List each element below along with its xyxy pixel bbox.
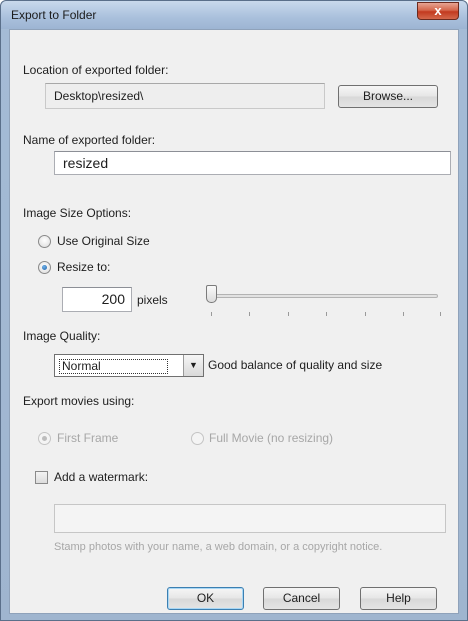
pixels-unit-label: pixels xyxy=(137,293,168,307)
ok-button[interactable]: OK xyxy=(167,587,244,610)
full-movie-label[interactable]: Full Movie (no resizing) xyxy=(209,431,333,445)
use-original-size-label[interactable]: Use Original Size xyxy=(57,234,150,248)
first-frame-label[interactable]: First Frame xyxy=(57,431,118,445)
resize-to-label[interactable]: Resize to: xyxy=(57,260,110,274)
location-path: Desktop\resized\ xyxy=(54,89,144,103)
cancel-button-label: Cancel xyxy=(282,591,321,605)
slider-tick xyxy=(403,312,404,316)
slider-tick xyxy=(365,312,366,316)
resize-slider-track[interactable] xyxy=(206,294,438,298)
image-quality-description: Good balance of quality and size xyxy=(208,358,383,372)
image-quality-label: Image Quality: xyxy=(23,329,101,343)
slider-tick xyxy=(249,312,250,316)
image-quality-select[interactable]: Normal ▼ xyxy=(54,354,204,377)
browse-button-label: Browse... xyxy=(362,89,413,103)
first-frame-radio[interactable] xyxy=(38,432,51,445)
use-original-size-radio[interactable] xyxy=(38,235,51,248)
watermark-hint: Stamp photos with your name, a web domai… xyxy=(54,541,383,553)
slider-tick xyxy=(211,312,212,316)
folder-name-input[interactable]: resized xyxy=(54,151,451,175)
location-path-field: Desktop\resized\ xyxy=(45,83,325,109)
watermark-label[interactable]: Add a watermark: xyxy=(54,470,148,484)
resize-slider-thumb[interactable] xyxy=(206,285,217,303)
location-label: Location of exported folder: xyxy=(23,63,169,77)
slider-tick xyxy=(288,312,289,316)
watermark-input[interactable] xyxy=(54,504,446,533)
chevron-down-icon[interactable]: ▼ xyxy=(183,355,203,376)
size-options-label: Image Size Options: xyxy=(23,206,132,220)
folder-name-value: resized xyxy=(63,155,109,171)
cancel-button[interactable]: Cancel xyxy=(263,587,340,610)
dialog-body: Location of exported folder: Desktop\res… xyxy=(9,29,459,614)
pixels-input[interactable]: 200 xyxy=(62,287,132,312)
close-button[interactable]: x xyxy=(417,2,459,20)
close-icon: x xyxy=(434,3,442,18)
help-button-label: Help xyxy=(386,591,411,605)
browse-button[interactable]: Browse... xyxy=(338,85,438,108)
watermark-checkbox[interactable] xyxy=(35,471,48,484)
resize-to-radio[interactable] xyxy=(38,261,51,274)
window-title: Export to Folder xyxy=(11,8,97,22)
export-movies-label: Export movies using: xyxy=(23,394,135,408)
pixels-value: 200 xyxy=(101,291,125,307)
full-movie-radio[interactable] xyxy=(191,432,204,445)
folder-name-label: Name of exported folder: xyxy=(23,133,156,147)
image-quality-value: Normal xyxy=(59,359,168,374)
dialog-window: Export to Folder x Location of exported … xyxy=(0,0,468,621)
title-bar: Export to Folder x xyxy=(1,1,467,29)
slider-tick xyxy=(440,312,441,316)
ok-button-label: OK xyxy=(196,591,215,605)
slider-tick xyxy=(326,312,327,316)
help-button[interactable]: Help xyxy=(360,587,437,610)
